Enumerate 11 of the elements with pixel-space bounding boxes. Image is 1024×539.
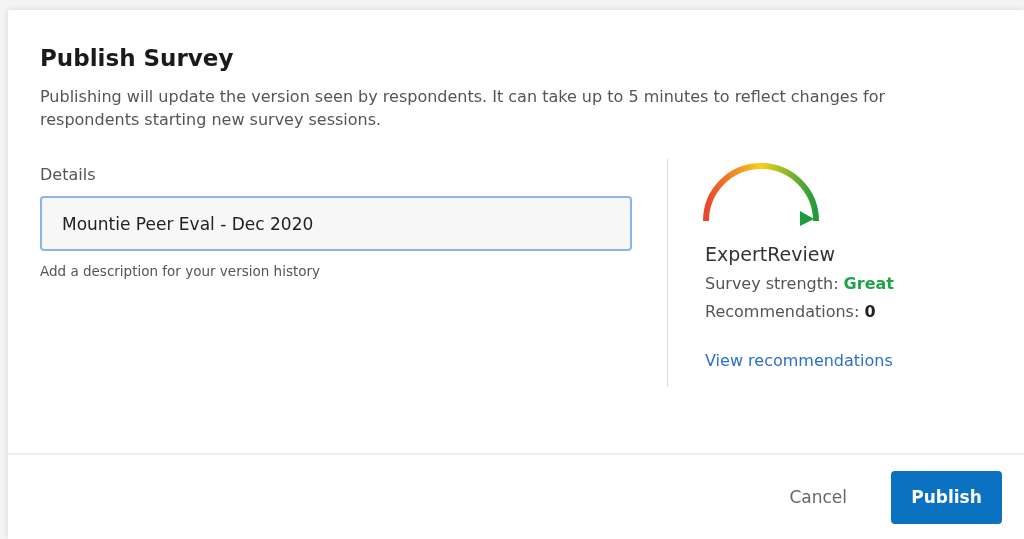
expert-review-title: ExpertReview xyxy=(705,243,836,265)
view-recommendations-link[interactable]: View recommendations xyxy=(705,351,893,370)
details-input-field[interactable]: Mountie Peer Eval - Dec 2020 xyxy=(40,196,632,251)
recommendations-count-text: Recommendations: 0 xyxy=(705,302,876,321)
cancel-button[interactable]: Cancel xyxy=(769,470,867,524)
survey-strength-text: Survey strength: Great xyxy=(705,274,894,293)
field-hint: Add a description for your version history xyxy=(40,263,321,279)
dialog-description: Publishing will update the version seen by respondents. It can take up to 5 minutes to reflect changes for respondents starting new survey sessions. xyxy=(40,86,887,131)
dialog-title: Publish Survey xyxy=(40,45,235,71)
publish-button[interactable]: Publish xyxy=(891,470,1002,524)
details-label: Details xyxy=(40,165,97,184)
